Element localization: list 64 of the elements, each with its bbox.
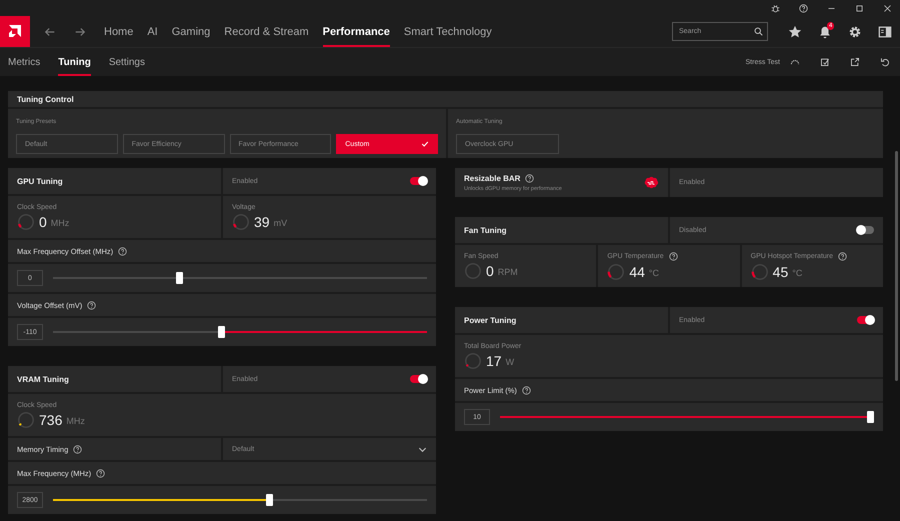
check-icon xyxy=(421,140,429,148)
card-title: VRAM Tuning xyxy=(17,374,69,384)
help-icon[interactable] xyxy=(525,174,534,182)
metric-value: 0 xyxy=(486,262,494,278)
card-title: GPU Tuning xyxy=(17,176,63,186)
close-icon[interactable] xyxy=(883,4,892,12)
help-icon[interactable] xyxy=(118,246,128,256)
search-icon[interactable] xyxy=(754,27,763,36)
card-title: Power Tuning xyxy=(464,316,516,324)
nav-tab[interactable]: Gaming xyxy=(172,16,210,47)
card-title: Tuning Control xyxy=(17,94,74,104)
slider-thumb[interactable] xyxy=(176,272,183,284)
nav-tab[interactable]: Performance xyxy=(322,16,390,47)
toggle-switch[interactable] xyxy=(857,316,874,324)
metric-unit: RPM xyxy=(498,266,518,276)
logo-icon[interactable] xyxy=(0,16,30,47)
metric-value: 17 xyxy=(486,352,502,368)
back-arrow-icon[interactable] xyxy=(44,26,56,38)
card-title: Fan Tuning xyxy=(464,226,507,234)
help-icon[interactable] xyxy=(522,386,531,394)
help-icon[interactable] xyxy=(87,300,96,310)
metric-unit: mV xyxy=(274,218,288,228)
metric-unit: MHz xyxy=(66,416,85,426)
nav-tab[interactable]: AI xyxy=(147,16,158,47)
sub-tab[interactable]: Metrics xyxy=(8,48,40,76)
sidebar-icon[interactable] xyxy=(878,24,892,38)
slider-thumb[interactable] xyxy=(266,494,273,506)
metric-value: 736 xyxy=(39,412,62,428)
help-icon[interactable] xyxy=(838,252,848,260)
metric-unit: °C xyxy=(792,268,802,278)
nav-tab[interactable]: Record & Stream xyxy=(224,16,309,47)
scrollbar-thumb[interactable] xyxy=(895,151,898,381)
help-icon[interactable] xyxy=(799,4,808,12)
toggle-switch[interactable] xyxy=(410,375,427,383)
metric-value: 39 xyxy=(254,214,270,230)
help-icon[interactable] xyxy=(73,444,82,454)
gauge-icon xyxy=(464,262,482,280)
undo-icon[interactable] xyxy=(880,57,890,67)
export-icon[interactable] xyxy=(850,57,860,67)
metric-value: 44 xyxy=(629,264,645,280)
bug-icon[interactable] xyxy=(771,4,780,12)
help-icon[interactable] xyxy=(96,468,106,478)
maximize-icon[interactable] xyxy=(855,4,864,12)
toggle-switch[interactable] xyxy=(857,226,874,234)
sub-tab[interactable]: Tuning xyxy=(58,48,91,76)
speedometer-icon[interactable] xyxy=(790,57,800,67)
nav-tab[interactable]: Smart Technology xyxy=(404,16,492,47)
settings-icon[interactable] xyxy=(848,24,862,38)
metric-value: 0 xyxy=(39,214,47,230)
metric-unit: MHz xyxy=(50,218,70,228)
toggle-switch[interactable] xyxy=(410,177,427,185)
nav-tab[interactable]: Home xyxy=(104,16,134,47)
metric-unit: W xyxy=(506,356,514,366)
card-title: Resizable BAR xyxy=(464,174,520,182)
sub-tab[interactable]: Settings xyxy=(108,48,145,76)
forward-arrow-icon[interactable] xyxy=(74,26,86,38)
edit-icon[interactable] xyxy=(820,57,830,67)
slider-thumb[interactable] xyxy=(867,411,874,423)
slider-thumb[interactable] xyxy=(218,326,226,338)
help-icon[interactable] xyxy=(668,252,678,260)
bell-icon[interactable] xyxy=(818,24,832,38)
star-icon[interactable] xyxy=(788,24,802,38)
metric-unit: °C xyxy=(648,268,660,278)
metric-value: 45 xyxy=(772,264,788,280)
